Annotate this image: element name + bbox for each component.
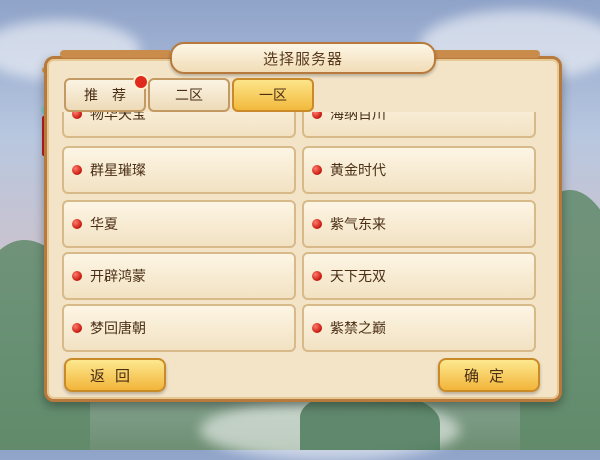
server-item[interactable]: 天下无双: [302, 252, 536, 300]
server-item[interactable]: 梦回唐朝: [62, 304, 296, 352]
server-status-dot: [312, 165, 322, 175]
tab-label: 推 荐: [84, 88, 126, 104]
server-status-dot: [72, 165, 82, 175]
server-name: 开辟鸿蒙: [90, 269, 146, 285]
page-title: 选择服务器: [262, 49, 343, 68]
server-status-dot: [312, 112, 322, 119]
server-list[interactable]: 物华天宝 海纳百川 群星璀璨 黄金时代 华夏 紫气东来 开辟鸿蒙 天下无双 梦回…: [62, 112, 538, 352]
title-plate: 选择服务器: [170, 42, 436, 74]
back-button[interactable]: 返回: [64, 358, 166, 392]
title-decoration-right: [430, 50, 540, 58]
server-status-dot: [312, 323, 322, 333]
server-status-dot: [72, 219, 82, 229]
server-item[interactable]: 黄金时代: [302, 146, 536, 194]
confirm-button[interactable]: 确定: [438, 358, 540, 392]
server-name: 群星璀璨: [90, 163, 146, 179]
server-name: 海纳百川: [330, 112, 386, 123]
server-item[interactable]: 海纳百川: [302, 112, 536, 138]
server-item[interactable]: 群星璀璨: [62, 146, 296, 194]
server-item[interactable]: 紫气东来: [302, 200, 536, 248]
server-item[interactable]: 物华天宝: [62, 112, 296, 138]
tab-label: 一区: [259, 88, 287, 104]
server-name: 梦回唐朝: [90, 321, 146, 337]
server-item[interactable]: 华夏: [62, 200, 296, 248]
title-decoration-left: [60, 50, 172, 58]
server-status-dot: [72, 271, 82, 281]
server-name: 紫禁之巅: [330, 321, 386, 337]
server-status-dot: [312, 219, 322, 229]
tab-zone-1[interactable]: 一区: [232, 78, 314, 112]
server-name: 天下无双: [330, 269, 386, 285]
server-name: 紫气东来: [330, 217, 386, 233]
server-status-dot: [72, 112, 82, 119]
tab-label: 二区: [175, 88, 203, 104]
back-button-label: 返回: [89, 366, 140, 385]
tab-zone-2[interactable]: 二区: [148, 78, 230, 112]
server-item[interactable]: 紫禁之巅: [302, 304, 536, 352]
server-item[interactable]: 开辟鸿蒙: [62, 252, 296, 300]
confirm-button-label: 确定: [463, 366, 514, 385]
server-name: 物华天宝: [90, 112, 146, 123]
server-name: 华夏: [90, 217, 118, 233]
server-name: 黄金时代: [330, 163, 386, 179]
notification-badge: [133, 74, 149, 90]
server-status-dot: [312, 271, 322, 281]
server-status-dot: [72, 323, 82, 333]
